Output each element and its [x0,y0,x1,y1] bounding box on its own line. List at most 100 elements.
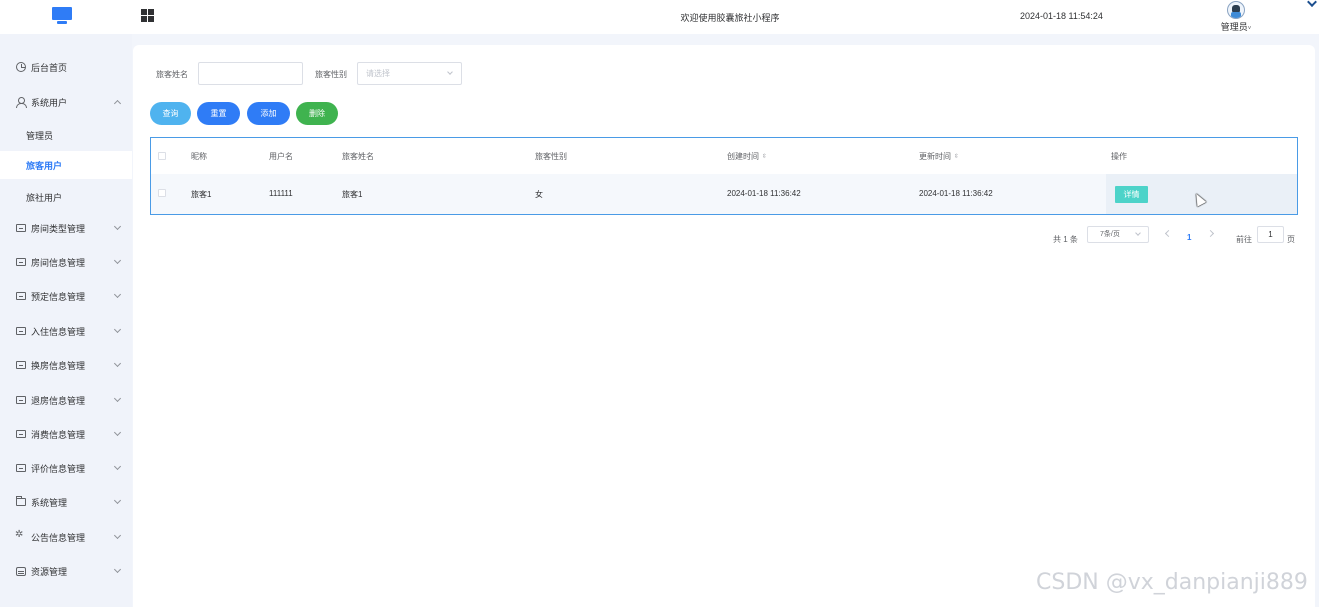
column-header-username: 用户名 [269,152,293,161]
sidebar-item-room-types[interactable]: 房间类型管理 [0,214,132,242]
card-icon [16,396,26,404]
reset-button[interactable]: 重置 [197,102,240,125]
column-header-nickname: 昵称 [191,152,207,161]
sidebar-item-room-change[interactable]: 换房信息管理 [0,351,132,379]
sidebar-item-system-users[interactable]: 系统用户 [0,88,132,116]
user-name: 管理员˅ [1220,22,1252,32]
goto-page-input[interactable]: 1 [1257,226,1284,243]
resource-icon [16,566,26,576]
card-icon [16,224,26,232]
sidebar-item-check-out[interactable]: 退房信息管理 [0,386,132,414]
prev-page-icon[interactable] [1164,229,1173,238]
card-icon [16,327,26,335]
chevron-down-icon [113,325,122,334]
next-page-icon[interactable] [1206,229,1215,238]
detail-button[interactable]: 详情 [1115,186,1148,203]
guest-gender-label: 旅客性别 [315,70,347,79]
monitor-logo-icon [52,7,72,25]
chevron-down-icon [113,359,122,368]
query-button[interactable]: 查询 [150,102,191,125]
sidebar-subitem-guest-users[interactable]: 旅客用户 [0,151,132,179]
corner-arrow-icon [1307,0,1317,8]
menu-grid-icon[interactable] [141,9,154,22]
select-placeholder: 请选择 [366,69,390,78]
sidebar-item-label: 资源管理 [31,566,68,577]
chevron-down-icon [113,462,122,471]
cell-username: 111111 [269,189,293,198]
sidebar-item-label: 入住信息管理 [31,326,86,337]
chevron-down-icon [113,496,122,505]
pagination-total: 共 1 条 [1053,235,1078,244]
sidebar-item-label: 消费信息管理 [31,429,86,440]
chevron-down-icon [113,290,122,299]
sidebar-item-label: 公告信息管理 [31,532,86,543]
sidebar-item-reservations[interactable]: 预定信息管理 [0,282,132,310]
page-size-select[interactable]: 7条/页 [1087,226,1149,243]
current-page[interactable]: 1 [1187,233,1191,242]
sidebar-item-label: 系统管理 [31,497,68,508]
column-header-updated-time[interactable]: 更新时间 ⇳ [919,151,959,162]
guest-table: 昵称 用户名 旅客姓名 旅客性别 创建时间 ⇳ 更新时间 ⇳ 操作 旅客1 1111… [150,137,1298,215]
chevron-down-icon [447,69,453,75]
cell-created-time: 2024-01-18 11:36:42 [727,189,801,198]
sort-icon[interactable]: ⇳ [762,153,767,160]
sidebar-item-consumption[interactable]: 消费信息管理 [0,420,132,448]
spark-icon [15,529,26,542]
sidebar-subitem-hostel-users[interactable]: 旅社用户 [0,183,132,211]
sidebar-item-home[interactable]: 后台首页 [0,53,132,81]
avatar [1227,1,1245,19]
sidebar-item-label: 房间信息管理 [31,257,86,268]
page-size-value: 7条/页 [1100,231,1120,238]
chevron-down-icon [113,565,122,574]
cell-nickname: 旅客1 [191,190,212,199]
select-all-checkbox[interactable] [158,152,166,160]
sidebar-item-label: 换房信息管理 [31,360,86,371]
sidebar-item-label: 评价信息管理 [31,463,86,474]
delete-button[interactable]: 删除 [296,102,338,125]
cell-gender: 女 [535,190,543,199]
chevron-down-icon [113,222,122,231]
chevron-up-icon [113,99,122,108]
user-menu[interactable]: 管理员˅ [1214,1,1258,33]
welcome-title: 欢迎使用胶囊旅社小程序 [680,13,780,23]
sort-icon[interactable]: ⇳ [954,153,959,160]
main-panel: 旅客姓名 旅客性别 请选择 查询 重置 添加 删除 昵称 用户名 旅客姓名 旅客… [133,45,1315,607]
guest-name-input[interactable] [198,62,303,85]
card-icon [16,292,26,300]
current-datetime: 2024-01-18 11:54:24 [1020,11,1103,21]
sidebar-item-label: 预定信息管理 [31,291,86,302]
card-icon [16,258,26,266]
sidebar-subitem-admin[interactable]: 管理员 [0,121,132,149]
sidebar-item-label: 退房信息管理 [31,395,86,406]
sidebar-item-label: 后台首页 [31,62,68,73]
sidebar-item-announcements[interactable]: 公告信息管理 [0,523,132,551]
sidebar: 后台首页 系统用户 管理员 旅客用户 旅社用户 房间类型管理 房间信息管理 预定… [0,34,132,607]
column-header-guest-name: 旅客姓名 [342,152,374,161]
page-suffix: 页 [1287,235,1295,244]
card-icon [16,464,26,472]
chevron-down-icon [113,394,122,403]
goto-label: 前往 [1236,235,1252,244]
row-checkbox[interactable] [158,189,166,197]
cell-updated-time: 2024-01-18 11:36:42 [919,189,993,198]
sidebar-item-resources[interactable]: 资源管理 [0,557,132,585]
table-header: 昵称 用户名 旅客姓名 旅客性别 创建时间 ⇳ 更新时间 ⇳ 操作 [151,138,1297,174]
sidebar-item-reviews[interactable]: 评价信息管理 [0,454,132,482]
column-header-actions: 操作 [1111,152,1127,161]
sidebar-item-system-management[interactable]: 系统管理 [0,488,132,516]
add-button[interactable]: 添加 [247,102,290,125]
sidebar-item-check-in[interactable]: 入住信息管理 [0,317,132,345]
guest-gender-select[interactable]: 请选择 [357,62,462,85]
card-icon [16,361,26,369]
caret-down-icon: ˅ [1247,26,1252,32]
column-header-created-time[interactable]: 创建时间 ⇳ [727,151,767,162]
chevron-down-icon [113,428,122,437]
clock-icon [16,62,26,72]
guest-name-label: 旅客姓名 [156,70,188,79]
chevron-down-icon [113,531,122,540]
user-icon [16,97,27,108]
cell-guest-name: 旅客1 [342,190,363,199]
column-header-guest-gender: 旅客性别 [535,152,567,161]
sidebar-item-room-info[interactable]: 房间信息管理 [0,248,132,276]
top-bar: 欢迎使用胶囊旅社小程序 2024-01-18 11:54:24 管理员˅ [0,0,1319,34]
